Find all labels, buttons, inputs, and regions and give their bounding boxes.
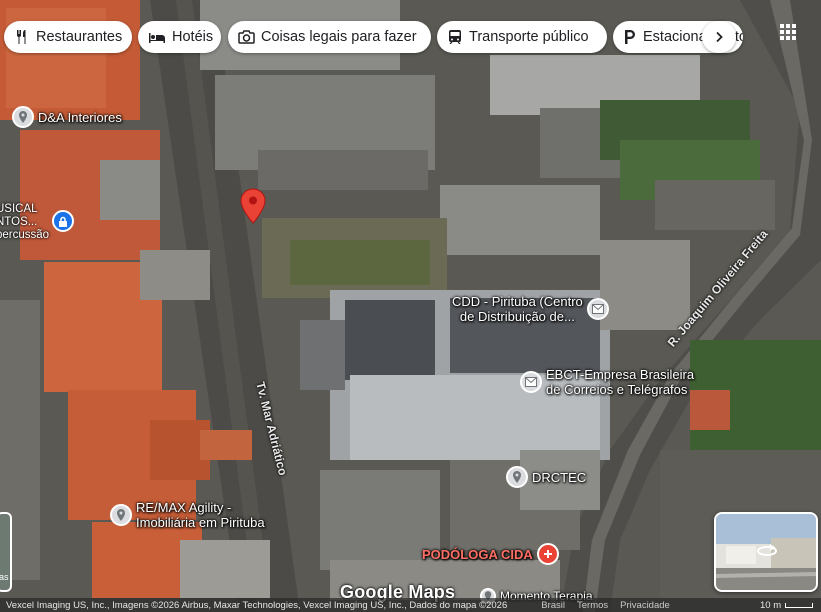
chip-hotels[interactable]: Hotéis bbox=[138, 21, 221, 53]
attribution-text: Vexcel Imaging US, Inc., Imagens ©2026 A… bbox=[6, 599, 508, 611]
place-label: DRCTEC bbox=[532, 469, 587, 485]
place-music-store-pin[interactable] bbox=[52, 210, 74, 232]
train-icon bbox=[449, 30, 461, 44]
place-cdd-pirituba[interactable]: CDD - Pirituba (Centro de Distribuição d… bbox=[452, 294, 609, 324]
place-label: PODÓLOGA CIDA bbox=[422, 546, 533, 562]
left-thumbnail-text: as bbox=[0, 572, 9, 582]
chip-transit[interactable]: Transporte público bbox=[437, 21, 607, 53]
chips-scroll-right-button[interactable] bbox=[702, 21, 736, 53]
footer-link-termos[interactable]: Termos bbox=[565, 600, 608, 611]
mail-icon bbox=[520, 371, 542, 393]
footer-link-brasil[interactable]: Brasil bbox=[507, 600, 565, 611]
chevron-right-icon bbox=[716, 31, 723, 43]
place-label: EBCT-Empresa Brasileira de Correios e Te… bbox=[546, 367, 695, 397]
place-remax-agility[interactable]: RE/MAX Agility - Imobiliária em Pirituba bbox=[110, 500, 265, 530]
place-drctec[interactable]: DRCTEC bbox=[506, 466, 586, 488]
camera-icon bbox=[238, 30, 255, 44]
location-marker-icon[interactable] bbox=[240, 188, 266, 224]
chip-label: Restaurantes bbox=[36, 29, 123, 45]
medical-icon bbox=[536, 543, 559, 565]
apps-grid-icon[interactable] bbox=[778, 22, 798, 42]
bed-icon bbox=[149, 33, 165, 43]
parking-icon bbox=[625, 30, 635, 44]
place-label: D&A Interiores bbox=[38, 109, 122, 125]
place-podologa-cida[interactable]: PODÓLOGA CIDA bbox=[422, 543, 559, 565]
place-ebct-correios[interactable]: EBCT-Empresa Brasileira de Correios e Te… bbox=[520, 367, 694, 397]
rotate-360-icon bbox=[757, 544, 777, 556]
mail-icon bbox=[586, 298, 609, 320]
left-thumbnail[interactable]: as bbox=[0, 512, 12, 592]
fork-knife-icon bbox=[16, 30, 26, 44]
place-label: CDD - Pirituba (Centro de Distribuição d… bbox=[452, 294, 583, 324]
map-footer: Vexcel Imaging US, Inc., Imagens ©2026 A… bbox=[0, 598, 821, 612]
pin-icon bbox=[506, 466, 528, 488]
chip-things-to-do[interactable]: Coisas legais para fazer bbox=[228, 21, 431, 53]
place-label: RE/MAX Agility - Imobiliária em Pirituba bbox=[136, 500, 265, 530]
pin-icon bbox=[12, 106, 34, 128]
place-da-interiores[interactable]: D&A Interiores bbox=[12, 106, 122, 128]
street-view-thumbnail[interactable] bbox=[714, 512, 818, 592]
lock-icon bbox=[52, 210, 74, 232]
chip-label: Hotéis bbox=[172, 29, 214, 45]
place-music-store-partial[interactable]: USICAL NTOS... percussão bbox=[0, 203, 49, 242]
chip-label: Coisas legais para fazer bbox=[261, 29, 417, 45]
scale-label: 10 m bbox=[760, 599, 782, 611]
footer-link-privacidade[interactable]: Privacidade bbox=[608, 600, 670, 611]
chip-label: Transporte público bbox=[469, 29, 589, 45]
scale-bar-line bbox=[785, 602, 814, 608]
scale-bar[interactable]: 10 m bbox=[760, 598, 814, 612]
pin-icon bbox=[110, 504, 132, 526]
chip-restaurants[interactable]: Restaurantes bbox=[4, 21, 132, 53]
